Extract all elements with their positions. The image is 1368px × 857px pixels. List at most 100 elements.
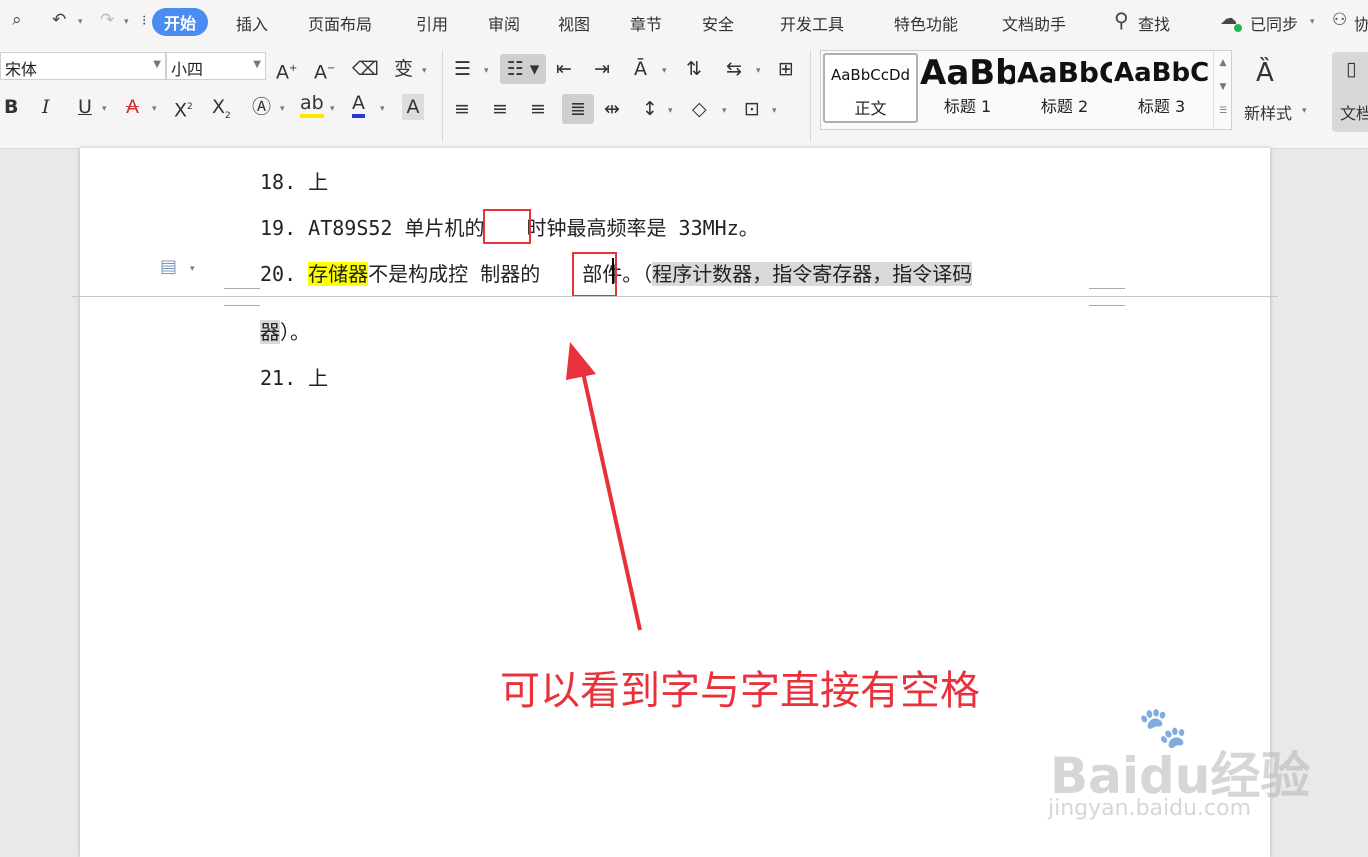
undo-dropdown-icon[interactable]: ▾ [78,17,83,27]
numbering-icon[interactable]: ☷ ▾ [500,54,546,84]
distribute-icon[interactable]: ⇹ [604,96,620,122]
chinese-layout-icon[interactable]: Ā [634,56,647,82]
chevron-down-icon[interactable]: ▼ [253,59,261,70]
gallery-expand-icon[interactable]: ☰ [1214,99,1232,123]
tab-review[interactable]: 审阅 [488,11,520,35]
line-spacing-icon[interactable]: ↕ [642,96,658,122]
style-preview: AaBbC [1114,58,1209,88]
grow-font-icon[interactable]: A+ [276,56,297,83]
font-color-dropdown-icon[interactable]: ▾ [380,104,385,114]
table-grid-icon[interactable]: ⊞ [778,56,794,82]
undo-icon[interactable]: ↶ [52,10,66,30]
tab-page-layout[interactable]: 页面布局 [308,11,372,35]
tab-security[interactable]: 安全 [702,11,734,35]
align-left-icon[interactable]: ≡ [454,96,470,122]
highlight-icon[interactable]: ab [300,92,324,118]
search-label[interactable]: 查找 [1138,11,1170,35]
new-style-button[interactable]: 新样式 [1244,100,1292,124]
new-style-icon[interactable]: Ȁ [1256,56,1274,90]
collaborate-icon[interactable]: ⚇ [1332,10,1347,30]
more-icon[interactable]: ⁝ [142,13,146,29]
phonetic-guide-icon[interactable]: 变 [394,56,413,82]
baidu-watermark-url: jingyan.baidu.com [1048,796,1252,821]
tab-insert[interactable]: 插入 [236,11,268,35]
group-separator [810,50,811,142]
text-effect-dropdown-icon[interactable]: ▾ [280,104,285,114]
underline-icon[interactable]: U [78,94,92,120]
decrease-indent-icon[interactable]: ⇤ [556,56,572,82]
phonetic-dropdown-icon[interactable]: ▾ [422,66,427,76]
shrink-font-icon[interactable]: A− [314,56,335,83]
print-preview-icon[interactable]: ⌕ [12,10,22,30]
font-size-combo[interactable]: 小四 ▼ [166,52,266,80]
font-name-combo[interactable]: 宋体 ▼ [0,52,166,80]
arrow-shaft [580,367,642,631]
redo-dropdown-icon[interactable]: ▾ [124,17,129,27]
borders-icon[interactable]: ⊡ [744,96,760,122]
space-highlight-box [483,209,531,244]
chevron-down-icon[interactable]: ▼ [153,59,161,70]
subscript-icon[interactable]: X2 [212,94,231,121]
new-style-dropdown-icon[interactable]: ▾ [1302,106,1307,116]
show-marks-dropdown-icon[interactable]: ▾ [756,66,761,76]
tab-chapter[interactable]: 章节 [630,11,662,35]
underline-dropdown-icon[interactable]: ▾ [102,104,107,114]
gallery-scroller[interactable]: ▲ ▼ ☰ [1213,51,1232,129]
shading-dropdown-icon[interactable]: ▾ [722,106,727,116]
collaborate-label[interactable]: 协 [1354,11,1368,35]
italic-icon[interactable]: I [42,94,50,120]
strikethrough-dropdown-icon[interactable]: ▾ [152,104,157,114]
chinese-layout-dropdown-icon[interactable]: ▾ [662,66,667,76]
superscript-icon[interactable]: X2 [174,94,193,121]
sync-status[interactable]: 已同步 [1250,11,1298,35]
style-preview: AaBbC [1017,56,1112,89]
tab-doc-assistant[interactable]: 文档助手 [1002,11,1066,35]
paragraph-marker-icon[interactable]: ▤ [160,256,177,277]
bullets-dropdown-icon[interactable]: ▾ [484,66,489,76]
style-normal[interactable]: AaBbCcDd 正文 [823,53,918,123]
style-gallery: AaBbCcDd 正文 AaBb 标题 1 AaBbC 标题 2 AaBbC 标… [820,50,1232,130]
justify-icon[interactable]: ≣ [562,94,594,124]
tab-developer[interactable]: 开发工具 [780,11,844,35]
text-effect-icon[interactable]: Ⓐ [252,94,271,120]
tab-view[interactable]: 视图 [558,11,590,35]
tab-references[interactable]: 引用 [416,11,448,35]
doc-line-21[interactable]: 21. 上 [260,362,328,391]
highlight-dropdown-icon[interactable]: ▾ [330,104,335,114]
clear-format-icon[interactable]: ⌫ [352,56,379,82]
style-heading-2[interactable]: AaBbC 标题 2 [1017,53,1112,123]
font-color-icon[interactable]: A [352,92,365,118]
scroll-up-icon[interactable]: ▲ [1214,51,1232,75]
increase-indent-icon[interactable]: ⇥ [594,56,610,82]
sort-icon[interactable]: ⇅ [686,56,702,82]
align-center-icon[interactable]: ≡ [492,96,508,122]
style-heading-3[interactable]: AaBbC 标题 3 [1114,53,1209,123]
shaded-text: 程序计数器，指令寄存器，指令译码 [652,262,973,286]
shading-icon[interactable]: ◇ [692,96,707,122]
sync-dropdown-icon[interactable]: ▾ [1310,17,1315,27]
style-heading-1[interactable]: AaBb 标题 1 [920,53,1015,123]
line-text: 时钟最高频率是 33MHz。 [526,216,759,240]
doc-tools-button[interactable]: ▯ 文档 [1332,52,1368,132]
borders-dropdown-icon[interactable]: ▾ [772,106,777,116]
search-icon[interactable]: ⚲ [1114,8,1129,32]
style-name: 标题 2 [1040,97,1089,116]
bullets-icon[interactable]: ☰ [454,56,471,82]
ribbon: 宋体 ▼ 小四 ▼ A+ A− ⌫ 变 ▾ B I U ▾ A ▾ X2 X2 … [0,44,1368,149]
align-right-icon[interactable]: ≡ [530,96,546,122]
paragraph-marker-dropdown-icon[interactable]: ▾ [190,264,195,274]
tab-home[interactable]: 开始 [152,8,209,36]
bold-icon[interactable]: B [4,94,18,120]
tab-features[interactable]: 特色功能 [894,11,958,35]
menu-bar: ⌕ ↶ ▾ ↷ ▾ ⁝ 开始 插入 页面布局 引用 审阅 视图 章节 安全 开发… [0,0,1368,44]
redo-icon[interactable]: ↷ [100,10,114,30]
scroll-down-icon[interactable]: ▼ [1214,75,1232,99]
line-spacing-dropdown-icon[interactable]: ▾ [668,106,673,116]
style-preview: AaBbCcDd [830,66,911,84]
document-page[interactable]: 18. 上 19. AT89S52 单片机的 时钟最高频率是 33MHz。 ▤ ▾… [72,148,1310,857]
char-shading-icon[interactable]: A [402,94,424,120]
strikethrough-icon[interactable]: A [126,94,139,120]
show-marks-icon[interactable]: ⇆ [726,56,742,82]
doc-line-20-cont[interactable]: 器）。 [260,316,310,345]
doc-line-18[interactable]: 18. 上 [260,166,328,195]
